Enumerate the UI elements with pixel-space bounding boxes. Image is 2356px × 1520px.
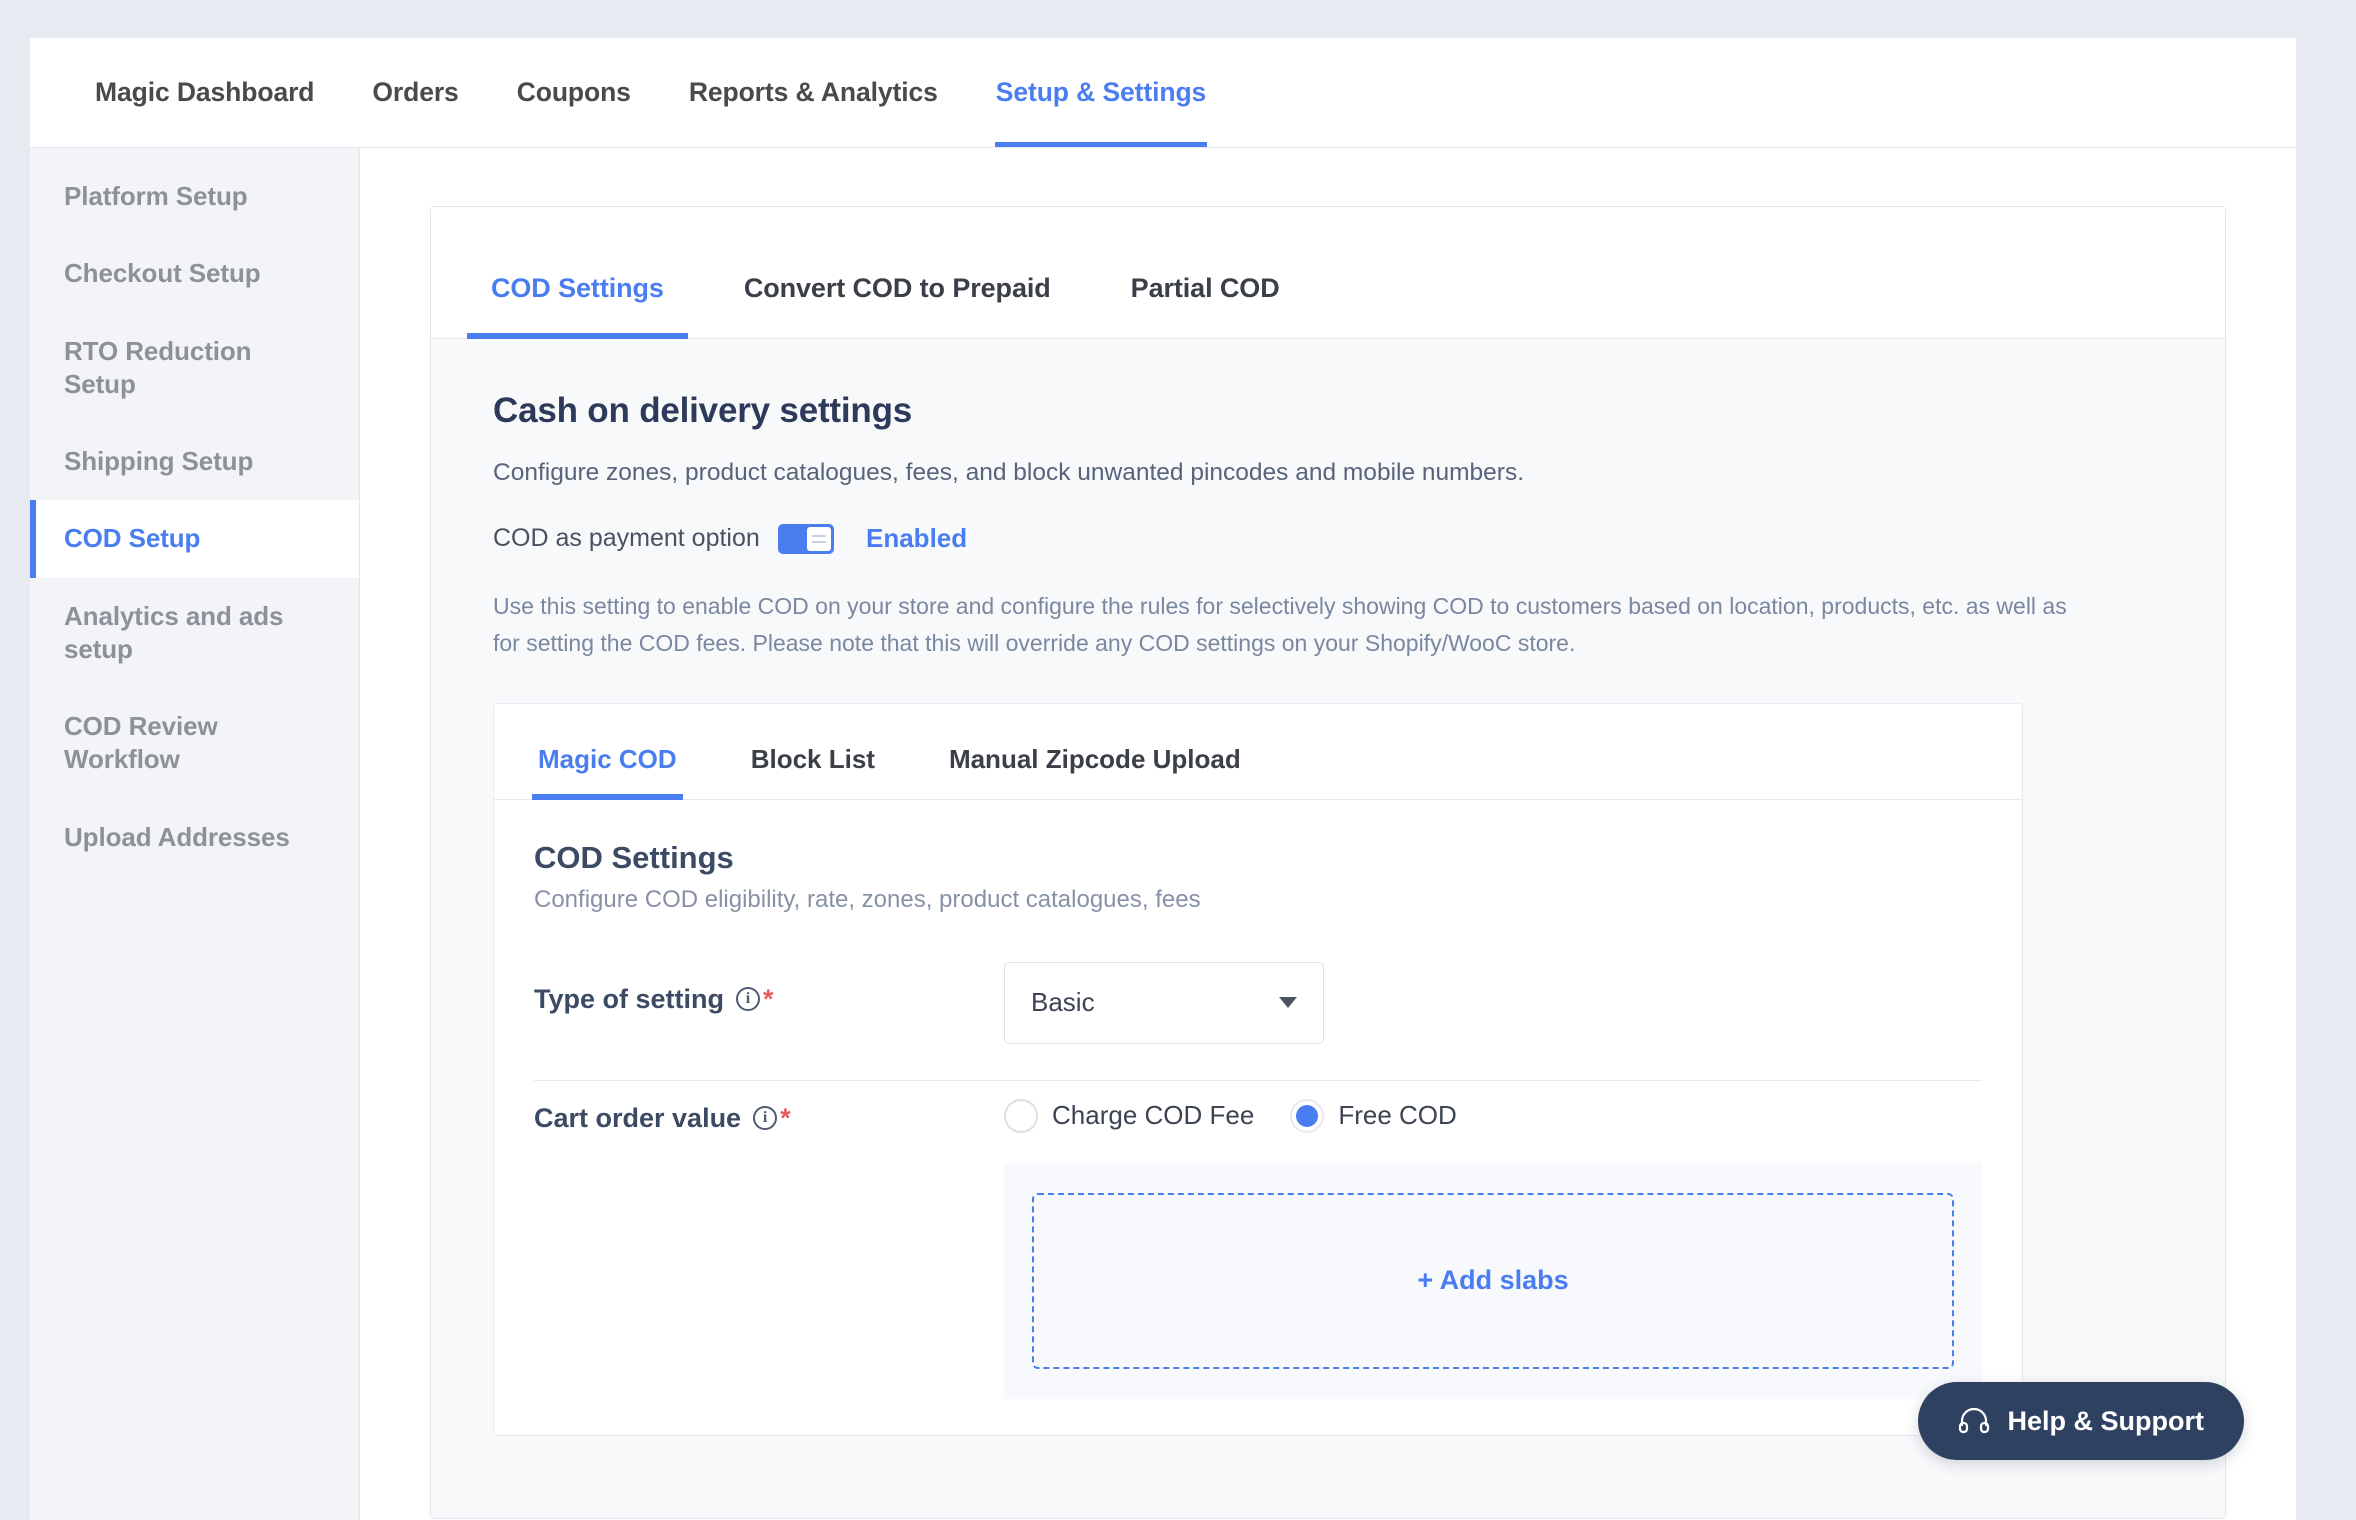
type-of-setting-row: Type of setting i * Basic [534, 961, 1982, 1081]
nav-item-setup-settings[interactable]: Setup & Settings [967, 38, 1235, 147]
tab-label: Magic COD [538, 743, 677, 774]
cod-payment-toggle[interactable] [778, 523, 834, 554]
nav-label: Orders [372, 77, 459, 107]
add-slabs-button[interactable]: + Add slabs [1032, 1192, 1954, 1369]
sidebar-item-analytics-and-ads-setup[interactable]: Analytics and ads setup [30, 578, 359, 689]
chevron-down-icon [1279, 997, 1297, 1008]
radio-label: Free COD [1338, 1100, 1457, 1130]
cod-payment-toggle-row: COD as payment option Enabled [493, 523, 2163, 554]
magic-cod-card: Magic COD Block List Manual Zipcode Uplo… [493, 702, 2023, 1436]
sidebar-item-label: RTO Reduction Setup [64, 335, 252, 399]
add-slabs-label: + Add slabs [1417, 1265, 1569, 1295]
sidebar-item-cod-review-workflow[interactable]: COD Review Workflow [30, 688, 359, 799]
nav-label: Setup & Settings [995, 77, 1207, 107]
type-of-setting-label: Type of setting i * [534, 962, 1004, 1015]
cod-settings-title: COD Settings [534, 839, 734, 875]
tab-block-list[interactable]: Block List [745, 744, 881, 799]
nav-item-orders[interactable]: Orders [343, 38, 487, 147]
main-content: COD Settings Convert COD to Prepaid Part… [360, 148, 2296, 1520]
tab-partial-cod[interactable]: Partial COD [1107, 273, 1304, 338]
page-subtitle: Configure zones, product catalogues, fee… [493, 459, 1525, 486]
nav-label: Reports & Analytics [688, 77, 938, 107]
radio-dot [1290, 1098, 1325, 1133]
help-support-label: Help & Support [2007, 1405, 2205, 1436]
tab-cod-settings[interactable]: COD Settings [467, 273, 688, 339]
body-split: Platform Setup Checkout Setup RTO Reduct… [30, 148, 2296, 1520]
nav-label: Magic Dashboard [95, 77, 315, 107]
help-support-button[interactable]: Help & Support [1917, 1382, 2244, 1460]
headphones-icon [1958, 1408, 1990, 1434]
toggle-knob [807, 526, 831, 551]
tab-label: Block List [750, 743, 875, 774]
tab-magic-cod[interactable]: Magic COD [532, 743, 683, 800]
outer-tabbar: COD Settings Convert COD to Prepaid Part… [431, 207, 2225, 339]
info-icon[interactable]: i [753, 1106, 778, 1130]
top-navigation: Magic Dashboard Orders Coupons Reports &… [30, 38, 2296, 148]
sidebar-item-label: Analytics and ads setup [64, 600, 284, 664]
radio-dot [1004, 1098, 1038, 1133]
cod-settings-card: COD Settings Convert COD to Prepaid Part… [430, 206, 2226, 1519]
sidebar-item-cod-setup[interactable]: COD Setup [30, 500, 359, 578]
cod-help-text: Use this setting to enable COD on your s… [493, 593, 2067, 657]
type-of-setting-label-text: Type of setting [534, 983, 725, 1014]
sidebar-item-shipping-setup[interactable]: Shipping Setup [30, 423, 359, 500]
sidebar-item-label: COD Setup [64, 523, 201, 554]
magic-cod-body: COD Settings Configure COD eligibility, … [494, 800, 2022, 1435]
cart-order-value-label-text: Cart order value [534, 1102, 742, 1133]
tab-label: COD Settings [491, 273, 664, 303]
radio-group: Charge COD Fee Free COD [1004, 1081, 1982, 1133]
sidebar-item-upload-addresses[interactable]: Upload Addresses [30, 799, 359, 876]
app-window: Magic Dashboard Orders Coupons Reports &… [30, 38, 2296, 1520]
cart-order-value-label: Cart order value i * [534, 1081, 1004, 1134]
nav-item-magic-dashboard[interactable]: Magic Dashboard [66, 38, 343, 147]
required-asterisk: * [780, 1102, 791, 1133]
sidebar-item-rto-reduction-setup[interactable]: RTO Reduction Setup [30, 313, 359, 424]
tab-manual-zipcode-upload[interactable]: Manual Zipcode Upload [943, 744, 1247, 799]
cod-settings-subtitle: Configure COD eligibility, rate, zones, … [534, 885, 1201, 913]
nav-item-coupons[interactable]: Coupons [488, 38, 660, 147]
required-asterisk: * [763, 983, 774, 1014]
sidebar-item-platform-setup[interactable]: Platform Setup [30, 158, 359, 235]
nav-item-reports-analytics[interactable]: Reports & Analytics [660, 38, 967, 147]
type-of-setting-select[interactable]: Basic [1004, 961, 1324, 1044]
sidebar-item-checkout-setup[interactable]: Checkout Setup [30, 235, 359, 312]
slab-panel: + Add slabs [1004, 1162, 1982, 1399]
tab-label: Partial COD [1130, 273, 1280, 303]
tab-label: Convert COD to Prepaid [743, 273, 1051, 303]
cod-payment-toggle-state: Enabled [866, 523, 968, 553]
radio-charge-cod-fee[interactable]: Charge COD Fee [1004, 1098, 1255, 1133]
sidebar-item-label: Platform Setup [64, 181, 248, 211]
sidebar-item-label: COD Review Workflow [64, 711, 218, 775]
cod-settings-panel: Cash on delivery settings Configure zone… [431, 339, 2225, 1518]
inner-tabbar: Magic COD Block List Manual Zipcode Uplo… [494, 704, 2022, 800]
radio-label: Charge COD Fee [1052, 1100, 1255, 1130]
type-of-setting-value: Basic [1031, 987, 1095, 1017]
sidebar-item-label: Checkout Setup [64, 258, 261, 289]
page-title: Cash on delivery settings [493, 391, 913, 430]
nav-label: Coupons [516, 77, 631, 107]
sidebar: Platform Setup Checkout Setup RTO Reduct… [30, 148, 360, 1520]
cod-payment-toggle-label: COD as payment option [493, 524, 760, 552]
info-icon[interactable]: i [736, 987, 761, 1011]
sidebar-item-label: Shipping Setup [64, 446, 254, 477]
cart-order-value-row: Cart order value i * Charge COD Fee Free… [534, 1081, 1982, 1435]
tab-convert-cod-to-prepaid[interactable]: Convert COD to Prepaid [720, 273, 1075, 338]
radio-free-cod[interactable]: Free COD [1290, 1098, 1457, 1133]
sidebar-item-label: Upload Addresses [64, 821, 290, 852]
tab-label: Manual Zipcode Upload [948, 743, 1241, 774]
cart-order-value-options: Charge COD Fee Free COD + Add slabs [1004, 1081, 1982, 1399]
